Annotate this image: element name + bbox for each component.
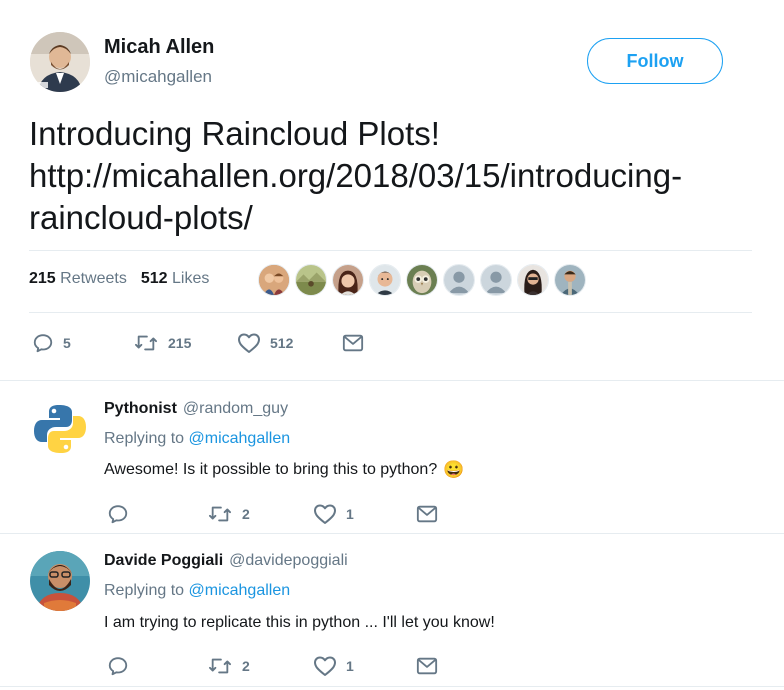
envelope-icon: [342, 334, 364, 352]
heart-icon: [314, 656, 336, 676]
reply-text-content: I am trying to replicate this in python …: [104, 614, 495, 631]
retweet-count: 2: [242, 506, 250, 522]
liker-avatar[interactable]: [517, 264, 549, 296]
reply-text: Awesome! Is it possible to bring this to…: [104, 460, 464, 480]
reply-author-name: Davide Poggiali: [104, 552, 224, 569]
replying-to: Replying to @micahgallen: [104, 430, 290, 448]
heart-icon: [238, 333, 260, 353]
like-action[interactable]: 1: [313, 503, 354, 525]
reply-author-name: Pythonist: [104, 400, 177, 417]
liker-avatar[interactable]: [295, 264, 327, 296]
retweet-icon: [209, 506, 231, 522]
retweets-stat-count: 215: [29, 270, 56, 287]
replying-to-mention[interactable]: @micahgallen: [189, 430, 291, 447]
retweet-action[interactable]: 215: [133, 332, 191, 354]
divider: [29, 312, 752, 313]
reply-count: 5: [63, 335, 71, 351]
replying-to: Replying to @micahgallen: [104, 582, 290, 600]
heart-icon: [314, 504, 336, 524]
replying-to-label: Replying to: [104, 430, 185, 447]
reply-action[interactable]: [107, 503, 129, 525]
divider: [29, 250, 752, 251]
liker-avatar[interactable]: [443, 264, 475, 296]
author-handle[interactable]: @micahgallen: [104, 67, 212, 87]
avatar-landscape-icon: [296, 265, 326, 295]
avatar-couple-icon: [259, 265, 289, 295]
retweets-stat[interactable]: 215 Retweets: [29, 270, 127, 288]
likes-stat-label: Likes: [172, 270, 210, 287]
liker-avatar[interactable]: [406, 264, 438, 296]
divider: [0, 380, 784, 381]
retweet-icon: [135, 335, 157, 351]
like-count: 1: [346, 658, 354, 674]
likes-stat-count: 512: [140, 270, 168, 287]
direct-message-action[interactable]: [416, 504, 438, 524]
avatar-owl-icon: [407, 265, 437, 295]
avatar-woman-dark-icon: [518, 265, 548, 295]
reply-icon: [108, 657, 128, 676]
liker-avatar[interactable]: [554, 264, 586, 296]
reply-avatar[interactable]: [30, 399, 90, 459]
like-count: 512: [270, 335, 294, 351]
retweet-count: 215: [168, 335, 192, 351]
reply-action[interactable]: [107, 655, 129, 677]
avatar-man-icon: [370, 265, 400, 295]
replying-to-mention[interactable]: @micahgallen: [189, 582, 291, 599]
divider: [0, 686, 784, 687]
follow-button[interactable]: Follow: [587, 38, 723, 84]
direct-message-action[interactable]: [342, 333, 364, 353]
likers-list: [258, 264, 586, 296]
retweets-stat-label: Retweets: [60, 270, 127, 287]
reply-icon: [108, 505, 128, 524]
liker-avatar[interactable]: [480, 264, 512, 296]
tweet-link[interactable]: http://micahallen.org/2018/03/15/introdu…: [29, 157, 682, 236]
python-logo-icon: [30, 399, 90, 459]
avatar-man-outdoor-icon: [555, 265, 585, 295]
like-action[interactable]: 512: [237, 332, 293, 354]
person-photo-icon: [30, 32, 90, 92]
reply-author-handle: @random_guy: [182, 400, 289, 417]
avatar-default-icon: [444, 265, 474, 295]
avatar-default-icon: [481, 265, 511, 295]
person-photo-icon: [30, 551, 90, 611]
reply-icon: [33, 334, 53, 353]
reply-author-handle: @davidepoggiali: [229, 552, 348, 569]
replying-to-label: Replying to: [104, 582, 185, 599]
author-name[interactable]: Micah Allen: [104, 36, 214, 59]
retweet-count: 2: [242, 658, 250, 674]
reply-author[interactable]: Pythonist @random_guy: [104, 400, 288, 418]
reply-action[interactable]: 5: [32, 332, 71, 354]
envelope-icon: [416, 505, 438, 523]
retweet-icon: [209, 658, 231, 674]
retweet-action[interactable]: 2: [207, 655, 250, 677]
liker-avatar[interactable]: [369, 264, 401, 296]
tweet-text: Introducing Raincloud Plots! http://mica…: [29, 113, 769, 239]
reply-avatar[interactable]: [30, 551, 90, 611]
grinning-emoji: 😀: [443, 460, 465, 479]
direct-message-action[interactable]: [416, 656, 438, 676]
like-count: 1: [346, 506, 354, 522]
divider: [0, 533, 784, 534]
retweet-action[interactable]: 2: [207, 503, 250, 525]
likes-stat[interactable]: 512 Likes: [141, 270, 210, 288]
like-action[interactable]: 1: [313, 655, 354, 677]
tweet-stats: 215 Retweets 512 Likes: [29, 270, 209, 288]
author-avatar[interactable]: [30, 32, 90, 92]
avatar-woman-icon: [333, 265, 363, 295]
reply-text: I am trying to replicate this in python …: [104, 614, 495, 632]
liker-avatar[interactable]: [332, 264, 364, 296]
reply-author[interactable]: Davide Poggiali @davidepoggiali: [104, 552, 348, 570]
tweet-text-line: Introducing Raincloud Plots!: [29, 115, 440, 152]
reply-text-content: Awesome! Is it possible to bring this to…: [104, 461, 438, 478]
envelope-icon: [416, 657, 438, 675]
liker-avatar[interactable]: [258, 264, 290, 296]
